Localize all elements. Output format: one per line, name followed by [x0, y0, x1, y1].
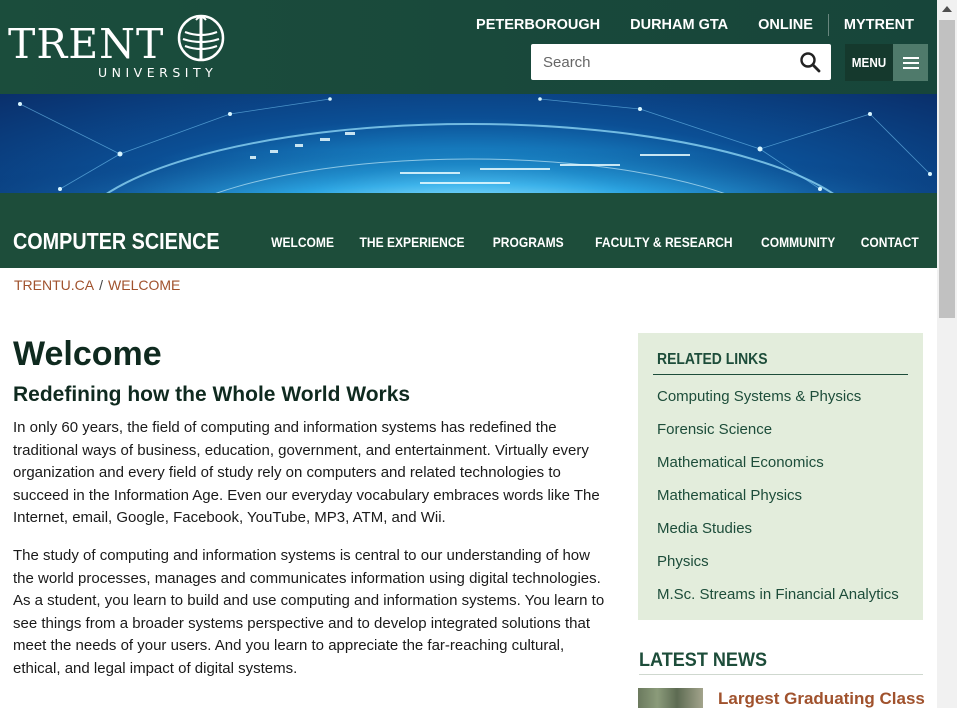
search-box: [531, 44, 831, 80]
page-subtitle: Redefining how the Whole World Works: [13, 383, 411, 406]
campus-link-online[interactable]: ONLINE: [743, 14, 828, 36]
list-item: M.Sc. Streams in Financial Analytics: [657, 584, 899, 617]
menu-label: MENU: [851, 55, 887, 70]
related-link-physics[interactable]: Physics: [657, 553, 709, 570]
list-item: Mathematical Economics: [657, 452, 899, 485]
related-link-financial-analytics[interactable]: M.Sc. Streams in Financial Analytics: [657, 586, 899, 603]
page-title: Welcome: [13, 335, 162, 373]
dept-nav-programs[interactable]: PROGRAMS: [493, 233, 564, 251]
list-item: Mathematical Physics: [657, 485, 899, 518]
page-scrollbar[interactable]: [937, 0, 957, 708]
search-input[interactable]: [531, 45, 781, 79]
list-item: Media Studies: [657, 518, 899, 551]
related-link-media-studies[interactable]: Media Studies: [657, 520, 752, 537]
dept-nav-the-experience[interactable]: THE EXPERIENCE: [360, 233, 465, 251]
menu-button[interactable]: MENU: [845, 44, 928, 81]
search-icon[interactable]: [799, 51, 821, 73]
breadcrumb-home-link[interactable]: TRENTU.CA: [14, 277, 94, 293]
dept-nav-welcome[interactable]: WELCOME: [271, 233, 334, 251]
hamburger-icon: [893, 44, 928, 81]
trent-crest-icon: [177, 14, 225, 62]
related-links-divider: [653, 374, 908, 375]
main-content: Welcome Redefining how the Whole World W…: [13, 334, 613, 681]
campus-nav: PETERBOROUGH DURHAM GTA ONLINE MYTRENT: [461, 14, 929, 36]
list-item: Physics: [657, 551, 899, 584]
related-link-mathematical-economics[interactable]: Mathematical Economics: [657, 454, 824, 471]
breadcrumb-current-link[interactable]: WELCOME: [108, 277, 180, 293]
department-nav: WELCOME THE EXPERIENCE PROGRAMS FACULTY …: [266, 233, 923, 251]
related-link-forensic-science[interactable]: Forensic Science: [657, 421, 772, 438]
scrollbar-thumb[interactable]: [939, 20, 955, 318]
site-header: TRENT UNIVERSITY PETERBOROUGH DURHAM GTA…: [0, 0, 937, 94]
campus-link-peterborough[interactable]: PETERBOROUGH: [461, 14, 615, 36]
logo-wordmark: TRENT: [8, 20, 165, 68]
related-links-heading: RELATED LINKS: [657, 351, 768, 368]
department-bar: COMPUTER SCIENCE WELCOME THE EXPERIENCE …: [0, 193, 937, 268]
dept-nav-contact[interactable]: CONTACT: [860, 233, 918, 251]
list-item: Forensic Science: [657, 419, 899, 452]
breadcrumb-separator: /: [99, 277, 104, 293]
related-links-panel: RELATED LINKS Computing Systems & Physic…: [638, 333, 923, 620]
scroll-up-arrow-icon[interactable]: [942, 6, 952, 12]
news-thumbnail-image[interactable]: [638, 688, 703, 708]
department-title[interactable]: COMPUTER SCIENCE: [13, 227, 220, 255]
campus-link-mytrent[interactable]: MYTRENT: [829, 14, 929, 36]
dept-nav-community[interactable]: COMMUNITY: [761, 233, 835, 251]
latest-news-divider: [639, 674, 923, 675]
list-item: Computing Systems & Physics: [657, 386, 899, 419]
campus-link-durham-gta[interactable]: DURHAM GTA: [615, 14, 743, 36]
logo-subtitle: UNIVERSITY: [98, 65, 218, 80]
trent-university-logo[interactable]: TRENT UNIVERSITY: [8, 12, 228, 82]
body-paragraph: The study of computing and information s…: [13, 546, 605, 677]
news-item-title[interactable]: Largest Graduating Class: [718, 688, 925, 708]
hero-banner-image: [0, 94, 937, 193]
related-link-mathematical-physics[interactable]: Mathematical Physics: [657, 487, 802, 504]
latest-news-heading: LATEST NEWS: [639, 650, 768, 671]
breadcrumb: TRENTU.CA / WELCOME: [14, 277, 180, 293]
related-links-list: Computing Systems & Physics Forensic Sci…: [657, 386, 899, 617]
related-link-computing-systems-physics[interactable]: Computing Systems & Physics: [657, 388, 861, 405]
intro-paragraph: In only 60 years, the field of computing…: [13, 419, 600, 527]
dept-nav-faculty-research[interactable]: FACULTY & RESEARCH: [595, 233, 732, 251]
